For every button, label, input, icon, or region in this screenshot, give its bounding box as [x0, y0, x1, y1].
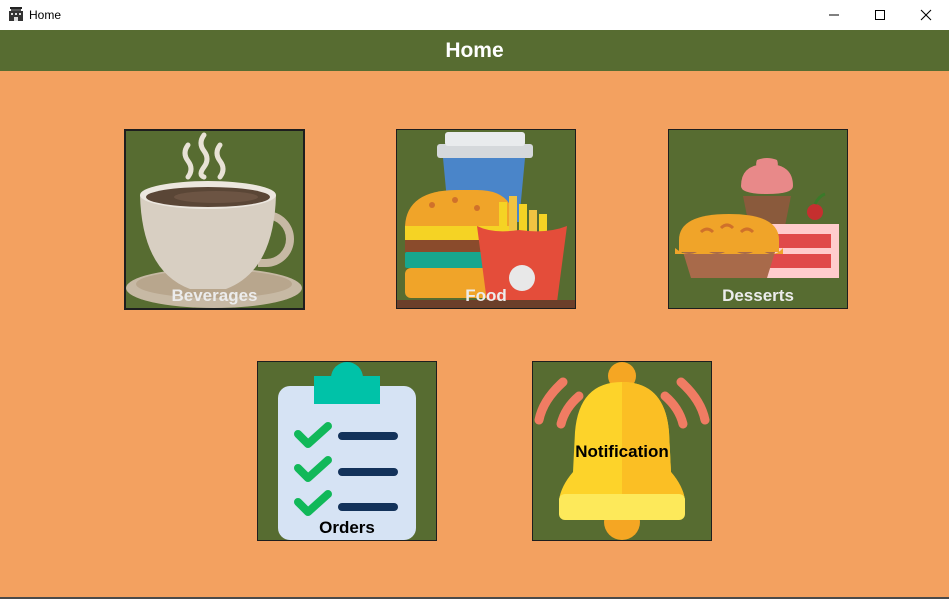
notification-tile[interactable]: Notification	[532, 361, 712, 541]
window-title-bar: Home	[0, 0, 949, 30]
notification-label: Notification	[575, 442, 669, 461]
close-icon	[920, 9, 932, 21]
beverages-tile[interactable]: Beverages	[124, 129, 305, 310]
desserts-tile[interactable]: Desserts	[668, 129, 848, 309]
app-header: Home	[0, 30, 949, 71]
page-title: Home	[445, 38, 504, 62]
pie-cupcake-cake-icon	[675, 158, 839, 278]
clipboard-checklist-icon	[278, 362, 416, 540]
burger-fries-drink-icon	[397, 132, 575, 308]
minimize-button[interactable]	[811, 0, 857, 30]
orders-label: Orders	[319, 518, 375, 537]
close-button[interactable]	[903, 0, 949, 30]
beverages-label: Beverages	[171, 286, 258, 305]
window-title: Home	[29, 8, 62, 22]
maximize-icon	[875, 10, 885, 20]
food-label: Food	[465, 286, 507, 305]
desserts-label: Desserts	[722, 286, 794, 305]
food-tile[interactable]: Food	[396, 129, 576, 309]
coffee-cup-icon	[126, 132, 302, 308]
orders-tile[interactable]: Orders	[257, 361, 437, 541]
building-icon	[9, 7, 23, 21]
minimize-icon	[829, 14, 839, 16]
maximize-button[interactable]	[857, 0, 903, 30]
